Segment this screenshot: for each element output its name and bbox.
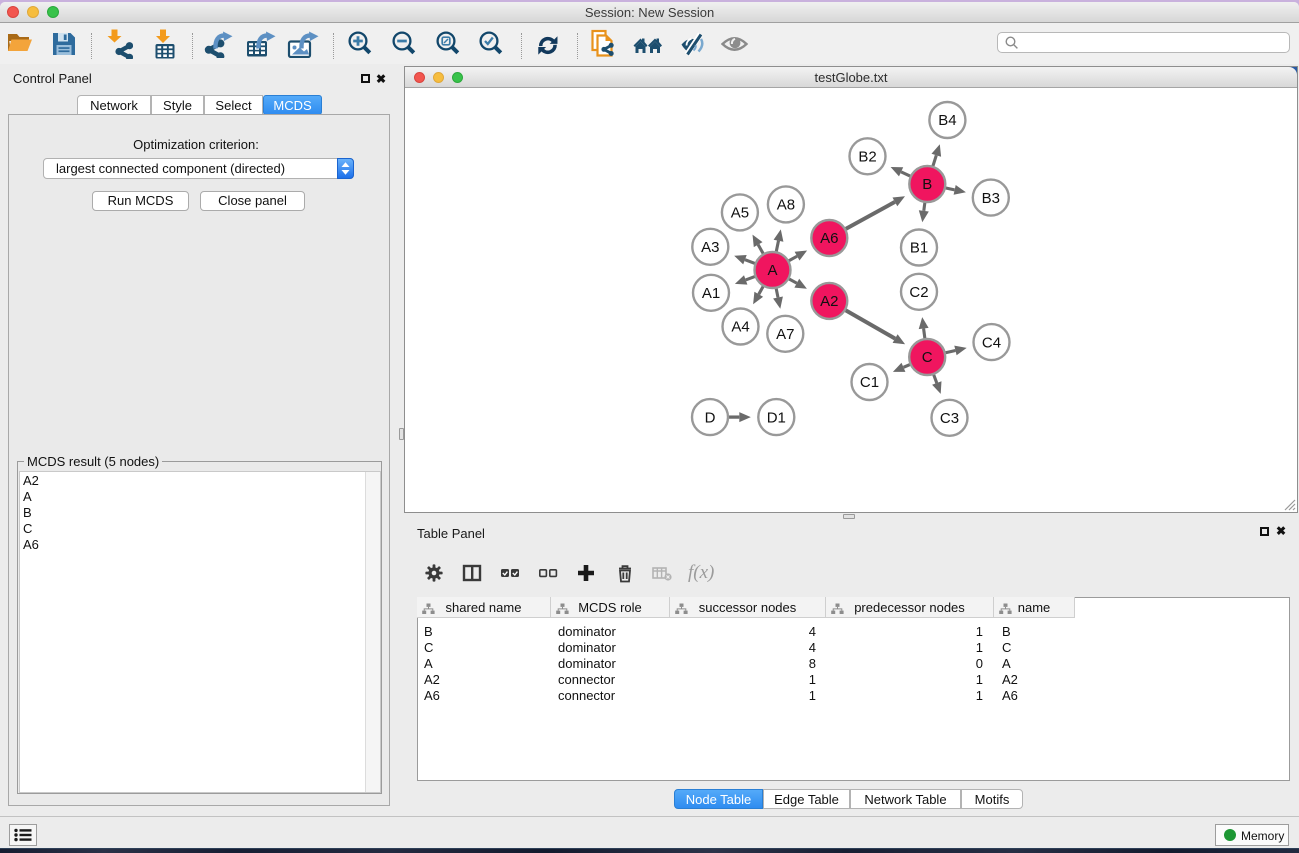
svg-text:A: A — [767, 262, 777, 279]
svg-text:D: D — [705, 409, 716, 426]
svg-text:B2: B2 — [858, 149, 876, 166]
svg-text:D1: D1 — [767, 409, 786, 426]
svg-text:A4: A4 — [731, 319, 749, 336]
svg-text:C4: C4 — [982, 334, 1001, 351]
svg-text:A6: A6 — [820, 230, 838, 247]
svg-text:A8: A8 — [777, 197, 795, 214]
svg-text:C1: C1 — [860, 374, 879, 391]
svg-text:C2: C2 — [909, 284, 928, 301]
svg-text:B4: B4 — [938, 112, 956, 129]
svg-text:A3: A3 — [701, 239, 719, 256]
svg-text:C: C — [922, 349, 933, 366]
svg-text:B3: B3 — [982, 190, 1000, 207]
svg-text:A2: A2 — [820, 293, 838, 310]
svg-text:B1: B1 — [910, 240, 928, 257]
svg-text:A5: A5 — [731, 205, 749, 222]
svg-text:C3: C3 — [940, 410, 959, 427]
svg-text:B: B — [922, 176, 932, 193]
svg-text:A7: A7 — [776, 326, 794, 343]
svg-text:A1: A1 — [702, 285, 720, 302]
